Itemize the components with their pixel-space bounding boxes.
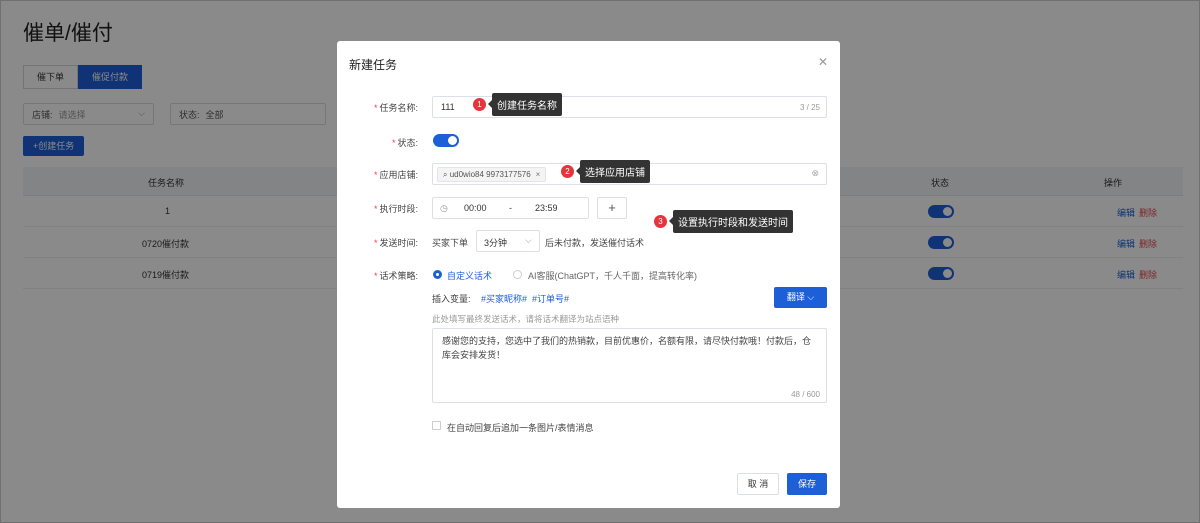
message-textarea[interactable]: 感谢您的支持，您选中了我们的热销款，目前优惠价，名额有限，请尽快付款哦！付款后，… (432, 328, 827, 403)
time-separator: - (509, 203, 512, 213)
save-button[interactable]: 保存 (787, 473, 827, 495)
chevron-down-icon: ⌵ (807, 292, 815, 302)
callout-1: 1 创建任务名称 (473, 93, 562, 116)
insert-var-label: 插入变量: (432, 294, 471, 304)
clock-icon: ◷ (440, 203, 448, 213)
close-icon[interactable]: ✕ (818, 55, 828, 69)
send-delay-select[interactable]: 3分钟 ⌵ (476, 230, 540, 252)
callout-2: 2 选择应用店铺 (561, 160, 650, 183)
callout-number: 1 (473, 98, 486, 111)
radio-custom-label[interactable]: 自定义话术 (447, 269, 492, 282)
callout-3: 3 设置执行时段和发送时间 (654, 210, 793, 233)
callout-text: 设置执行时段和发送时间 (669, 210, 793, 233)
shop-label: * 应用店铺: (373, 170, 418, 180)
time-start: 00:00 (464, 203, 487, 213)
append-image-checkbox[interactable] (432, 421, 441, 430)
chevron-down-icon: ⌵ (525, 235, 532, 245)
callout-number: 3 (654, 215, 667, 228)
send-prefix: 买家下单 (432, 238, 469, 248)
status-toggle[interactable] (433, 134, 459, 147)
callout-number: 2 (561, 165, 574, 178)
task-name-label: * 任务名称: (373, 103, 418, 113)
task-name-count: 3 / 25 (799, 103, 820, 112)
shop-tag: ⌕ ud0wio84 9973177576 × (437, 167, 547, 182)
send-suffix: 后未付款，发送催付话术 (545, 238, 645, 248)
strategy-label: * 话术策略: (373, 271, 418, 281)
send-delay-value: 3分钟 (484, 238, 508, 248)
cancel-button[interactable]: 取 消 (737, 473, 779, 495)
task-name-value: 111 (441, 102, 455, 112)
callout-text: 创建任务名称 (488, 93, 562, 116)
dialog-title: 新建任务 (349, 58, 398, 72)
radio-ai[interactable] (513, 270, 522, 279)
callout-text: 选择应用店铺 (576, 160, 650, 183)
radio-custom[interactable] (433, 270, 442, 279)
time-end: 23:59 (535, 203, 558, 213)
send-time-label: * 发送时间: (373, 238, 418, 248)
time-range-picker[interactable]: ◷ 00:00 - 23:59 (432, 197, 589, 219)
add-time-button[interactable]: + (597, 197, 627, 219)
var-buyer-nickname[interactable]: #买家昵称# (481, 292, 527, 305)
message-hint: 此处填写最终发送话术，请将话术翻译为站点语种 (432, 314, 620, 324)
status-label: * 状态: (391, 138, 418, 148)
var-order-number[interactable]: #订单号# (532, 292, 569, 305)
search-icon: ⌕ (443, 170, 450, 179)
new-task-dialog: 新建任务 ✕ * 任务名称: 111 3 / 25 * 状态: * 应用店铺: ⌕ u… (337, 41, 840, 508)
append-image-label[interactable]: 在自动回复后追加一条图片/表情消息 (447, 421, 594, 434)
translate-button[interactable]: 翻译 ⌵ (774, 287, 827, 308)
clear-icon[interactable]: ⊗ (811, 168, 819, 179)
radio-ai-label[interactable]: AI客服(ChatGPT，千人千面，提高转化率) (528, 269, 697, 282)
tag-close-icon[interactable]: × (536, 170, 541, 179)
time-label: * 执行时段: (373, 204, 418, 214)
message-text: 感谢您的支持，您选中了我们的热销款，目前优惠价，名额有限，请尽快付款哦！付款后，… (442, 336, 812, 360)
message-count: 48 / 600 (791, 390, 820, 399)
